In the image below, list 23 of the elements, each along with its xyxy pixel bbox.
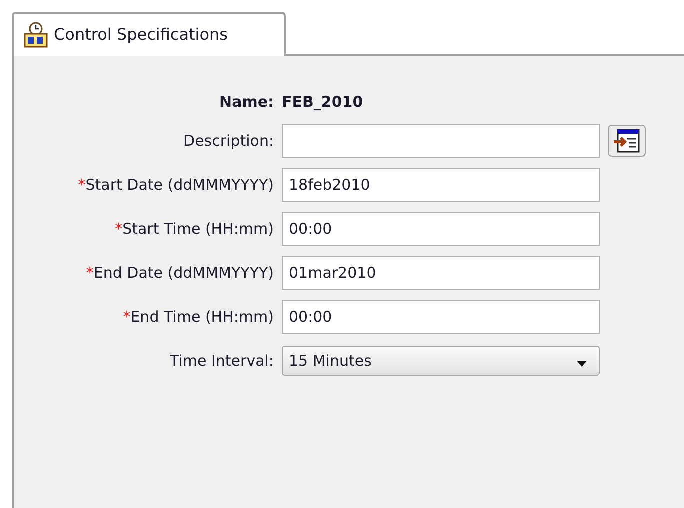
required-mark: * — [86, 262, 94, 284]
field-label: Time Interval: — [170, 350, 274, 372]
name-value: FEB_2010 — [282, 92, 364, 113]
editor-button[interactable] — [608, 125, 646, 157]
required-mark: * — [123, 306, 131, 328]
name-label: Name: — [220, 92, 274, 113]
input-field[interactable]: 18feb2010 — [282, 168, 600, 202]
field-label: Description: — [184, 130, 274, 152]
required-mark: * — [115, 218, 123, 240]
field-label: Start Date (ddMMMYYYY) — [86, 174, 274, 196]
input-field[interactable]: 00:00 — [282, 300, 600, 334]
required-mark: * — [78, 174, 86, 196]
field-label: Start Time (HH:mm) — [122, 218, 274, 240]
clock-counter-icon — [24, 22, 48, 48]
input-field[interactable]: 00:00 — [282, 212, 600, 246]
insert-text-icon — [614, 129, 640, 153]
input-field[interactable]: 01mar2010 — [282, 256, 600, 290]
input-field[interactable] — [282, 124, 600, 158]
field-label: End Date (ddMMMYYYY) — [94, 262, 274, 284]
caret-icon — [577, 361, 587, 367]
field-label: End Time (HH:mm) — [130, 306, 274, 328]
dropdown[interactable]: 15 Minutes — [282, 346, 600, 376]
tab[interactable]: Control Specifications — [12, 12, 286, 56]
